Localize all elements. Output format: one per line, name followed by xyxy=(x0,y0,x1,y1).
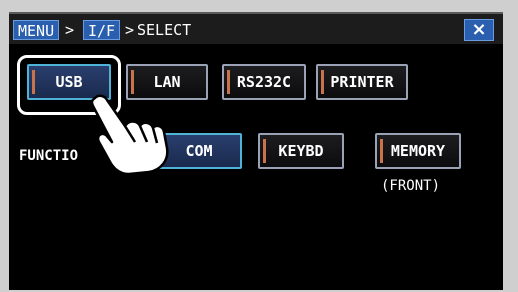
breadcrumb-interface[interactable]: I/F xyxy=(83,20,121,40)
title-bar: MENU > I/F > SELECT × xyxy=(9,14,503,44)
close-button[interactable]: × xyxy=(464,19,494,41)
device-frame: MENU > I/F > SELECT × USB LAN RS232C PRI… xyxy=(0,0,518,292)
function-keybd-button[interactable]: KEYBD xyxy=(258,133,344,169)
pointing-hand-icon xyxy=(90,94,169,176)
breadcrumb-menu[interactable]: MENU xyxy=(13,20,60,40)
memory-front-note: (FRONT) xyxy=(381,178,441,194)
interface-rs232c-button[interactable]: RS232C xyxy=(222,64,306,100)
touch-screen: MENU > I/F > SELECT × USB LAN RS232C PRI… xyxy=(9,12,503,290)
function-memory-button[interactable]: MEMORY xyxy=(375,133,461,169)
page-title: SELECT xyxy=(137,21,192,39)
breadcrumb-separator: > xyxy=(65,21,75,39)
interface-printer-button[interactable]: PRINTER xyxy=(316,64,408,100)
breadcrumb-separator: > xyxy=(125,21,135,39)
function-label: FUNCTIO xyxy=(19,148,79,164)
